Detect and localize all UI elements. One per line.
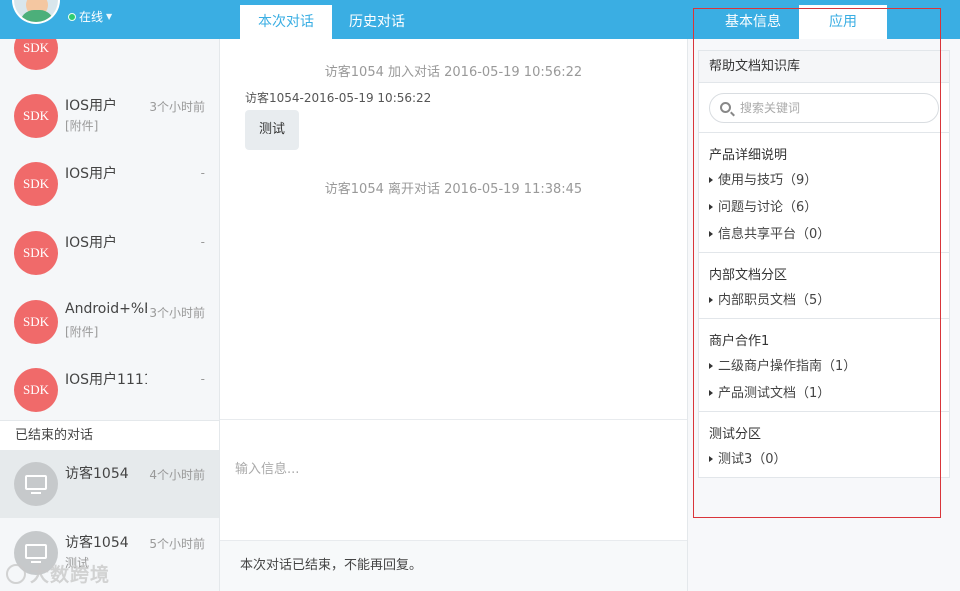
conversation-time: 5个小时前 xyxy=(149,537,205,551)
category-item[interactable]: 信息共享平台（0） xyxy=(709,223,830,242)
caret-down-icon: ▼ xyxy=(106,12,113,21)
category-item[interactable]: 内部职员文档（5） xyxy=(709,289,830,308)
category-item[interactable]: 测试3（0） xyxy=(709,448,787,467)
conversation-item[interactable]: SDK IOS用户 - xyxy=(0,219,219,287)
category-title: 产品详细说明 xyxy=(709,148,788,163)
category-title: 内部文档分区 xyxy=(709,268,788,283)
caret-right-icon xyxy=(709,204,713,210)
conversation-name: IOS用户11111 xyxy=(65,372,147,388)
kb-category: 测试分区 测试3（0） xyxy=(699,411,949,477)
watermark: 大数跨境 xyxy=(6,560,110,587)
tab-app[interactable]: 应用 xyxy=(799,5,887,39)
conversation-item[interactable]: SDK xyxy=(0,39,219,82)
conversation-name: 访客1054 xyxy=(65,466,129,482)
conversation-item[interactable]: SDK IOS用户 3个小时前 [附件] xyxy=(0,82,219,150)
knowledge-base-title: 帮助文档知识库 xyxy=(699,51,949,83)
conversation-item[interactable]: SDK IOS用户11111 - xyxy=(0,356,219,424)
kb-category: 商户合作1 二级商户操作指南（1） 产品测试文档（1） xyxy=(699,318,949,411)
sdk-avatar: SDK xyxy=(14,300,58,344)
conversation-time: 3个小时前 xyxy=(149,306,205,320)
conversation-name: 访客1054 xyxy=(65,535,129,551)
status-label: 在线 xyxy=(79,10,104,24)
ended-conversation-item[interactable]: 访客1054 4个小时前 xyxy=(0,450,219,518)
search-input[interactable] xyxy=(740,98,930,118)
tab-history-conversation[interactable]: 历史对话 xyxy=(336,5,418,39)
caret-right-icon xyxy=(709,231,713,237)
sdk-avatar: SDK xyxy=(14,368,58,412)
tab-basic-info[interactable]: 基本信息 xyxy=(707,5,799,39)
kb-category: 产品详细说明 使用与技巧（9） 问题与讨论（6） 信息共享平台（0） xyxy=(699,132,949,252)
message-input[interactable]: 输入信息... xyxy=(220,419,687,540)
caret-right-icon xyxy=(709,456,713,462)
conversation-time: - xyxy=(200,372,205,386)
conversation-name: IOS用户 xyxy=(65,98,118,114)
status-dropdown[interactable]: 在线 ▼ xyxy=(68,8,112,25)
category-title: 测试分区 xyxy=(709,427,762,442)
caret-right-icon xyxy=(709,390,713,396)
conversation-time: - xyxy=(200,235,205,249)
sdk-avatar: SDK xyxy=(14,162,58,206)
category-item[interactable]: 问题与讨论（6） xyxy=(709,196,817,215)
caret-right-icon xyxy=(709,177,713,183)
conversation-preview: [附件] xyxy=(65,325,99,339)
sdk-avatar: SDK xyxy=(14,94,58,138)
conversation-name: IOS用户 xyxy=(65,235,118,251)
category-item[interactable]: 二级商户操作指南（1） xyxy=(709,355,856,374)
conversation-name: Android+%E xyxy=(65,301,147,317)
conversation-name: IOS用户 xyxy=(65,166,118,182)
tab-current-conversation[interactable]: 本次对话 xyxy=(240,5,332,39)
join-notice: 访客1054 加入对话 2016-05-19 10:56:22 xyxy=(324,65,583,80)
conversation-ended-notice: 本次对话已结束，不能再回复。 xyxy=(220,540,687,591)
conversation-time: 3个小时前 xyxy=(149,100,205,114)
category-item[interactable]: 产品测试文档（1） xyxy=(709,382,830,401)
search-box[interactable] xyxy=(709,93,939,123)
category-title: 商户合作1 xyxy=(709,334,770,349)
caret-right-icon xyxy=(709,297,713,303)
conversation-preview: [附件] xyxy=(65,119,99,133)
input-placeholder: 输入信息... xyxy=(235,462,300,477)
caret-right-icon xyxy=(709,363,713,369)
leave-notice: 访客1054 离开对话 2016-05-19 11:38:45 xyxy=(324,182,583,197)
watermark-logo-icon xyxy=(6,563,26,584)
sdk-avatar: SDK xyxy=(14,231,58,275)
search-icon xyxy=(720,102,731,113)
conversation-sidebar: SDK SDK IOS用户 3个小时前 [附件] SDK IOS用户 - SDK… xyxy=(0,39,220,591)
conversation-item[interactable]: SDK IOS用户 - xyxy=(0,150,219,218)
app-panel: 帮助文档知识库 产品详细说明 使用与技巧（9） 问题与讨论（6） 信息共享平台（… xyxy=(688,39,960,591)
ended-section-title: 已结束的对话 xyxy=(0,420,219,450)
conversation-time: 4个小时前 xyxy=(149,468,205,482)
monitor-avatar-icon xyxy=(14,462,58,506)
message-meta: 访客1054-2016-05-19 10:56:22 xyxy=(245,91,432,105)
online-dot-icon xyxy=(68,12,76,21)
avatar-shirt xyxy=(20,10,54,22)
conversation-time: - xyxy=(200,166,205,180)
category-item[interactable]: 使用与技巧（9） xyxy=(709,169,817,188)
kb-category: 内部文档分区 内部职员文档（5） xyxy=(699,252,949,318)
chat-history: 访客1054 加入对话 2016-05-19 10:56:22 访客1054-2… xyxy=(220,39,687,419)
message-bubble: 测试 xyxy=(245,110,300,150)
conversation-item[interactable]: SDK Android+%E 3个小时前 [附件] xyxy=(0,288,219,356)
knowledge-base: 帮助文档知识库 产品详细说明 使用与技巧（9） 问题与讨论（6） 信息共享平台（… xyxy=(698,50,950,478)
sdk-avatar: SDK xyxy=(14,39,58,70)
